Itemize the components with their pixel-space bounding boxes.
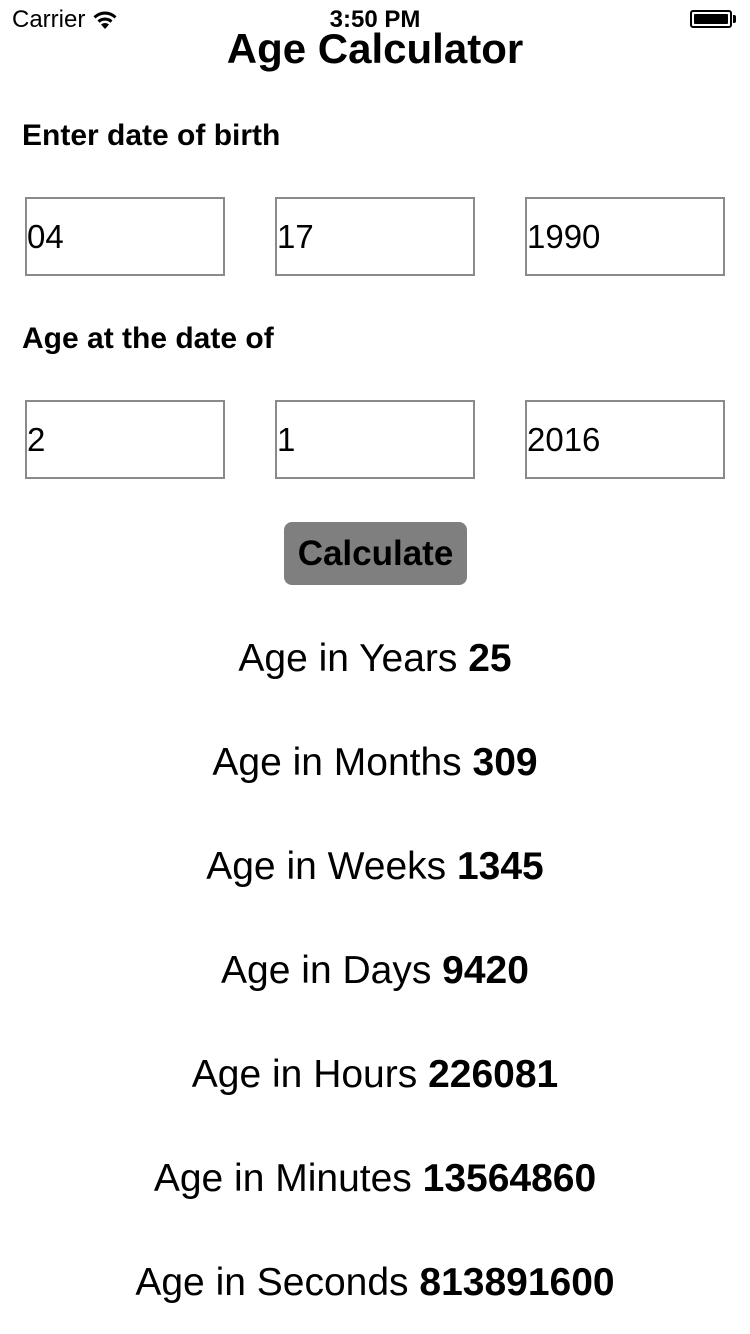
result-weeks: Age in Weeks 1345	[0, 844, 750, 890]
result-days: Age in Days 9420	[0, 948, 750, 994]
result-months: Age in Months 309	[0, 740, 750, 786]
result-value: 309	[472, 741, 538, 784]
result-value: 813891600	[419, 1261, 615, 1304]
result-years: Age in Years 25	[0, 636, 750, 682]
calculate-button[interactable]: Calculate	[284, 522, 467, 585]
target-month-input[interactable]	[25, 400, 225, 479]
result-label: Age in Hours	[191, 1053, 418, 1096]
result-label: Age in Seconds	[135, 1261, 409, 1304]
target-day-input[interactable]	[275, 400, 475, 479]
result-value: 1345	[456, 845, 544, 888]
birth-date-label: Enter date of birth	[22, 119, 281, 152]
result-value: 25	[468, 637, 512, 680]
result-value: 226081	[428, 1053, 559, 1096]
result-seconds: Age in Seconds 813891600	[0, 1260, 750, 1306]
target-year-input[interactable]	[525, 400, 725, 479]
result-value: 9420	[442, 949, 529, 992]
result-label: Age in Weeks	[206, 845, 447, 888]
result-label: Age in Months	[212, 741, 462, 784]
result-value: 13564860	[422, 1157, 597, 1200]
result-label: Age in Minutes	[153, 1157, 412, 1200]
target-date-label: Age at the date of	[22, 322, 274, 355]
result-label: Age in Years	[238, 637, 458, 680]
birth-day-input[interactable]	[275, 197, 475, 276]
result-label: Age in Days	[221, 949, 432, 992]
birth-month-input[interactable]	[25, 197, 225, 276]
result-hours: Age in Hours 226081	[0, 1052, 750, 1098]
result-minutes: Age in Minutes 13564860	[0, 1156, 750, 1202]
birth-year-input[interactable]	[525, 197, 725, 276]
page-title: Age Calculator	[226, 25, 524, 72]
